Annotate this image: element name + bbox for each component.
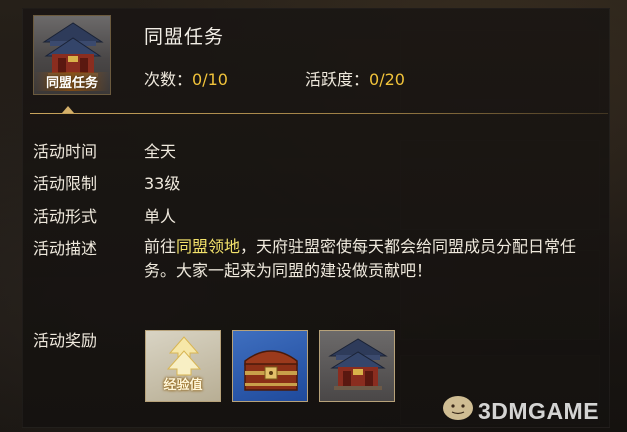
activity-label: 活跃度：	[305, 70, 370, 89]
activity-description: 前往同盟领地，天府驻盟密使每天都会给同盟成员分配日常任务。大家一起来为同盟的建设…	[144, 235, 589, 283]
desc-label: 活动描述	[33, 239, 98, 258]
time-value: 全天	[144, 142, 177, 161]
header-divider	[30, 113, 608, 114]
alliance-territory-link[interactable]: 同盟领地	[176, 237, 240, 256]
task-title: 同盟任务	[144, 26, 225, 48]
form-label: 活动形式	[33, 207, 98, 226]
selection-pointer	[62, 106, 74, 113]
count-stat: 次数：0/10	[144, 66, 228, 90]
watermark-text: 3DMGAME	[478, 398, 600, 424]
count-label: 次数：	[144, 70, 193, 89]
reward-item-chest[interactable]	[232, 330, 308, 402]
desc-pre: 前往	[144, 237, 177, 256]
limit-value: 33级	[144, 174, 181, 193]
activity-stat: 活跃度：0/20	[305, 66, 405, 90]
activity-value: 0/20	[369, 70, 405, 89]
treasure-chest-icon	[244, 350, 298, 391]
count-value: 0/10	[192, 70, 228, 89]
reward-label: 活动奖励	[33, 331, 98, 350]
form-value: 单人	[144, 207, 177, 226]
reward-item-building[interactable]	[319, 330, 395, 402]
reward-exp-label: 经验值	[163, 378, 203, 393]
watermark-mascot-icon	[443, 396, 473, 420]
reward-item-exp[interactable]: 经验值	[145, 330, 221, 402]
alliance-task-icon: 同盟任务	[33, 15, 111, 95]
alliance-task-icon-label: 同盟任务	[34, 72, 110, 91]
limit-label: 活动限制	[33, 174, 98, 193]
alliance-hall-icon	[328, 338, 388, 390]
time-label: 活动时间	[33, 142, 98, 161]
